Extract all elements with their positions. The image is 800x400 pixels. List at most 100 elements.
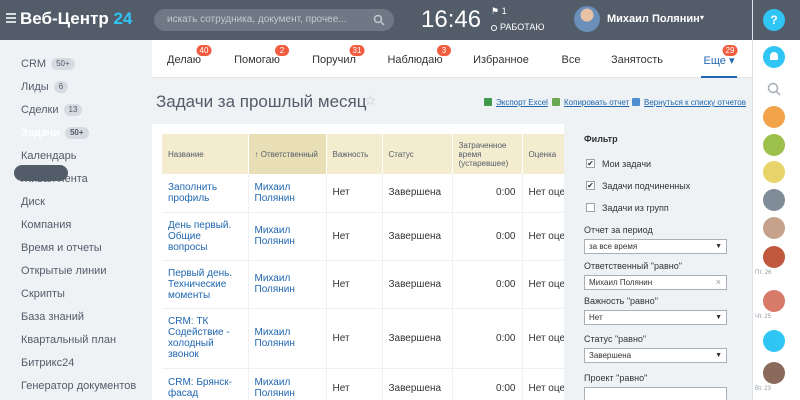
menu-icon[interactable] — [6, 13, 16, 25]
chevron-down-icon[interactable]: ▾ — [700, 13, 704, 22]
task-name-link[interactable]: Первый день. Технические моменты — [162, 260, 249, 309]
flag-icon[interactable]: ⚑ 1 — [491, 6, 507, 17]
column-header[interactable]: Название — [162, 134, 249, 174]
chevron-down-icon: ▼ — [715, 314, 722, 321]
importance-label: Важность "равно" — [584, 296, 658, 306]
column-header[interactable]: Важность — [326, 134, 383, 174]
status-select[interactable]: Завершена ▼ — [584, 348, 727, 363]
clock[interactable]: 16:46 — [421, 6, 481, 34]
table-header-row: Название ↑ Ответственный Важность Статус… — [162, 134, 583, 174]
task-tabs: Делаю 40 Помогаю 2 Поручил 31 Наблюдаю 3… — [152, 40, 752, 78]
subordinates-tasks-checkbox[interactable]: ✔ — [586, 181, 595, 190]
column-header[interactable]: ↑ Ответственный — [248, 134, 327, 174]
responsible-link[interactable]: Михаил Полянин — [248, 212, 327, 261]
tab-badge: 29 — [722, 45, 738, 56]
tab-favorites[interactable]: Избранное — [473, 54, 529, 66]
sidebar-item-company[interactable]: Компания — [21, 219, 71, 231]
importance-cell: Нет — [326, 308, 383, 369]
star-icon[interactable]: ☆ — [364, 92, 377, 109]
contact-avatar[interactable] — [763, 189, 785, 211]
task-name-link[interactable]: CRM: ТК Содействие - холодный звонок — [162, 308, 249, 369]
sidebar-item-time-reports[interactable]: Время и отчеты — [21, 242, 102, 254]
work-status[interactable]: РАБОТАЮ — [491, 22, 545, 32]
contact-avatar[interactable] — [763, 106, 785, 128]
help-icon[interactable]: ? — [763, 9, 785, 31]
sidebar-item-calendar[interactable]: Календарь — [21, 150, 77, 162]
contact-avatar[interactable] — [763, 246, 785, 268]
table-row: День первый. Общие вопросы Михаил Поляни… — [162, 212, 583, 261]
tab-doing[interactable]: Делаю — [167, 54, 201, 66]
tab-assigned[interactable]: Поручил — [312, 54, 356, 66]
period-label: Отчет за период — [584, 225, 653, 235]
status-cell: Завершена — [382, 260, 453, 309]
group-tasks-checkbox[interactable] — [586, 203, 595, 212]
time-cell: 0:00 — [452, 308, 523, 369]
sidebar: CRM 50+ Лиды 6 Сделки 13 Задачи 50+ Календар… — [0, 40, 152, 400]
project-field[interactable] — [584, 387, 727, 400]
task-name-link[interactable]: День первый. Общие вопросы — [162, 212, 249, 261]
responsible-link[interactable]: Михаил Полянин — [248, 368, 327, 400]
sidebar-item-feed[interactable]: Живая лента — [21, 173, 88, 185]
sidebar-item-bitrix24[interactable]: Битрикс24 — [21, 357, 74, 369]
clear-icon[interactable]: × — [716, 276, 721, 289]
count-badge: 13 — [63, 104, 83, 116]
sidebar-item-disk[interactable]: Диск — [21, 196, 45, 208]
contact-avatar[interactable] — [763, 134, 785, 156]
contact-avatar[interactable] — [763, 290, 785, 312]
column-header[interactable]: Статус — [382, 134, 453, 174]
search-input[interactable]: искать сотрудника, документ, прочее... — [154, 9, 394, 31]
count-badge: 50+ — [64, 127, 89, 139]
project-label: Проект "равно" — [584, 373, 648, 383]
flag-count: 1 — [501, 6, 507, 16]
responsible-link[interactable]: Михаил Полянин — [248, 174, 327, 213]
user-name[interactable]: Михаил Полянин — [607, 13, 700, 25]
sidebar-item-crm[interactable]: CRM 50+ — [21, 58, 75, 70]
responsible-link[interactable]: Михаил Полянин — [248, 308, 327, 369]
contact-avatar[interactable] — [763, 362, 785, 384]
bell-icon[interactable] — [763, 46, 785, 68]
my-tasks-checkbox[interactable]: ✔ — [586, 159, 595, 168]
tab-all[interactable]: Все — [562, 54, 581, 66]
chevron-down-icon: ▼ — [715, 352, 722, 359]
avatar[interactable] — [574, 6, 600, 32]
time-cell: 0:00 — [452, 174, 523, 213]
period-select[interactable]: за все время ▼ — [584, 239, 727, 254]
checkbox-label: Мои задачи — [602, 159, 652, 169]
sidebar-item-leads[interactable]: Лиды 6 — [21, 81, 69, 93]
tab-watching[interactable]: Наблюдаю — [387, 54, 442, 66]
responsible-field[interactable]: Михаил Полянин × — [584, 275, 727, 290]
sidebar-item-doc-generator[interactable]: Генератор документов — [21, 380, 136, 392]
task-name-link[interactable]: Заполнить профиль — [162, 174, 249, 213]
excel-icon — [484, 98, 492, 106]
logo[interactable]: Веб-Центр 24 — [20, 9, 132, 29]
tab-badge: 3 — [437, 45, 451, 56]
active-tab-underline — [701, 76, 737, 78]
export-excel-link[interactable]: Экспорт Excel — [496, 98, 548, 107]
tab-busy[interactable]: Занятость — [611, 54, 663, 66]
tab-badge: 40 — [196, 45, 212, 56]
sidebar-item-deals[interactable]: Сделки 13 — [21, 104, 83, 116]
sidebar-item-open-lines[interactable]: Открытые линии — [21, 265, 106, 277]
count-badge: 50+ — [51, 58, 75, 70]
phone-icon[interactable] — [763, 330, 785, 352]
importance-select[interactable]: Нет ▼ — [584, 310, 727, 325]
sidebar-item-quarterly-plan[interactable]: Квартальный план — [21, 334, 116, 346]
contact-avatar[interactable] — [763, 217, 785, 239]
right-panel: ? Пт. 26 Чт. 25 Вт. 23 — [752, 0, 800, 400]
column-header[interactable]: Затраченное время (устаревшее) — [452, 134, 523, 174]
sidebar-item-knowledge-base[interactable]: База знаний — [21, 311, 84, 323]
copy-icon — [552, 98, 560, 106]
copy-report-link[interactable]: Копировать отчет — [564, 98, 629, 107]
search-icon[interactable] — [373, 14, 385, 26]
table-row: Первый день. Технические моменты Михаил … — [162, 260, 583, 309]
search-icon[interactable] — [766, 81, 782, 97]
back-to-reports-link[interactable]: Вернуться к списку отчетов — [644, 98, 746, 107]
task-name-link[interactable]: CRM: Брянск-фасад — [162, 368, 249, 400]
contact-date: Вт. 23 — [755, 386, 771, 392]
sidebar-item-scripts[interactable]: Скрипты — [21, 288, 65, 300]
tab-helping[interactable]: Помогаю — [234, 54, 280, 66]
responsible-link[interactable]: Михаил Полянин — [248, 260, 327, 309]
contact-avatar[interactable] — [763, 161, 785, 183]
sidebar-item-tasks[interactable]: Задачи 50+ — [21, 127, 89, 139]
tab-badge: 2 — [275, 45, 289, 56]
